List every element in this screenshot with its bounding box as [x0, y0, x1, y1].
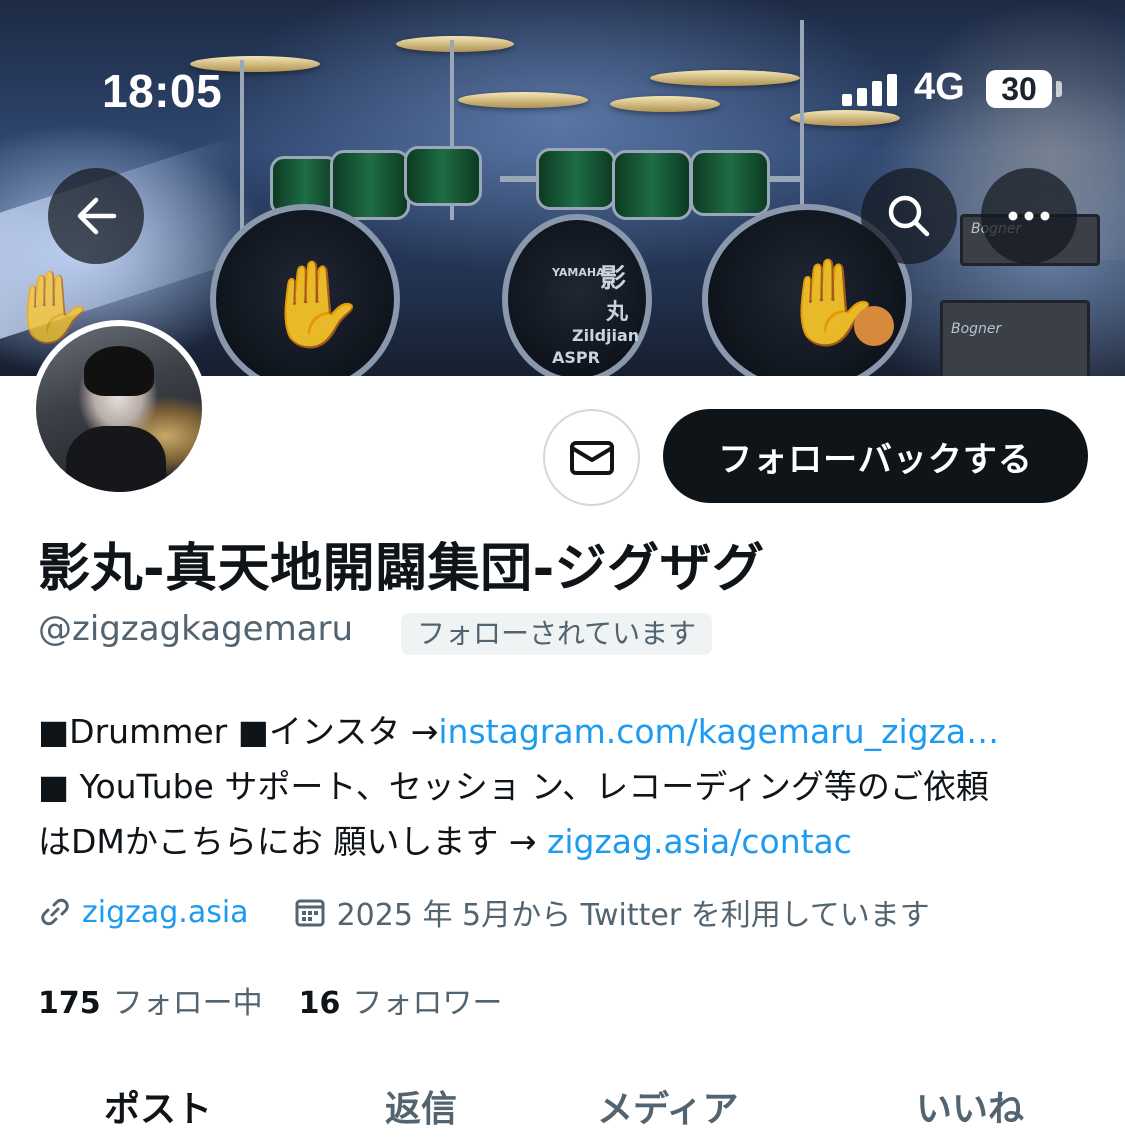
- search-icon: [888, 195, 930, 237]
- follow-back-button[interactable]: フォローバックする: [663, 409, 1088, 503]
- profile-avatar[interactable]: [30, 320, 208, 498]
- cymbal: [396, 36, 514, 52]
- bio-line: ■ YouTube サポート、セッショ ン、レコーディング等のご依頼: [38, 767, 989, 806]
- cymbal: [650, 70, 800, 86]
- avatar-body: [66, 426, 166, 492]
- message-button[interactable]: [543, 409, 640, 506]
- avatar-hair: [84, 346, 154, 396]
- amp-cabinet: Bogner: [940, 300, 1090, 376]
- join-date: 2025 年 5月から Twitter を利用しています: [336, 898, 930, 933]
- envelope-icon: [569, 440, 614, 475]
- bio-text: ■Drummer ■インスタ →: [38, 712, 439, 751]
- calendar-icon: [293, 895, 327, 929]
- tab-likes[interactable]: いいね: [916, 1080, 1024, 1132]
- cymbal: [458, 92, 588, 108]
- tom-drum: [330, 150, 410, 220]
- drum-brand: YAMAHA: [552, 266, 605, 279]
- back-button[interactable]: [48, 168, 144, 264]
- tom-drum: [404, 146, 482, 206]
- instagram-link[interactable]: instagram.com/kagemaru_zigza…: [438, 712, 999, 751]
- search-button[interactable]: [861, 168, 957, 264]
- followers-stat[interactable]: 16 フォロワー: [299, 978, 503, 1022]
- bio-line: はDMかこちらにお 願いします → zigzag.asia/contac: [38, 814, 1098, 869]
- bio-text: はDMかこちらにお 願いします →: [38, 822, 548, 861]
- following-label: フォロー中: [112, 986, 263, 1021]
- following-stat[interactable]: 175 フォロー中: [38, 978, 263, 1022]
- signal-icon: [842, 74, 898, 106]
- contact-link[interactable]: zigzag.asia/contac: [547, 822, 852, 861]
- arrow-left-icon: [77, 197, 117, 235]
- cymbal-brand: Zildjian: [572, 326, 640, 345]
- tom-drum: [612, 150, 692, 220]
- battery-tip: [1056, 81, 1062, 97]
- follow-stats: 175 フォロー中 16 フォロワー: [38, 978, 502, 1022]
- follows-you-badge: フォローされています: [401, 613, 713, 655]
- drum-name-2: 丸: [606, 300, 629, 325]
- profile-meta: zigzag.asia 2025 年 5月から Twitter を利用しています: [38, 890, 930, 934]
- drum-name-1: 影: [600, 264, 627, 294]
- more-horizontal-icon: [1008, 211, 1050, 221]
- profile-bio: ■Drummer ■インスタ →instagram.com/kagemaru_z…: [38, 704, 1098, 869]
- hand-emblem-icon: ✋: [262, 255, 367, 353]
- cymbal-stand: [240, 60, 244, 240]
- bass-drum-center: YAMAHA 影 丸 Zildjian ASPR: [502, 214, 652, 376]
- tab-replies[interactable]: 返信: [385, 1080, 457, 1132]
- profile-banner[interactable]: ✋ YAMAHA 影 丸 Zildjian ASPR ✋ ✋ Bogner Bo…: [0, 0, 1125, 376]
- tom-drum: [536, 148, 616, 210]
- drum-port: [854, 306, 894, 346]
- display-name: 影丸-真天地開闢集団-ジグザグ: [38, 539, 765, 599]
- website-link[interactable]: zigzag.asia: [82, 895, 249, 930]
- bass-drum-left: ✋: [210, 204, 400, 376]
- tab-media[interactable]: メディア: [597, 1080, 738, 1132]
- network-type: 4G: [914, 66, 965, 108]
- followers-label: フォロワー: [352, 986, 503, 1021]
- followers-count: 16: [298, 986, 341, 1021]
- cymbal: [610, 96, 720, 112]
- sponsor-logo: ASPR: [552, 348, 600, 367]
- link-icon: [38, 895, 72, 929]
- user-handle: @zigzagkagemaru: [38, 609, 354, 649]
- cymbal: [790, 110, 900, 126]
- status-time: 18:05: [102, 65, 223, 117]
- battery-icon: 30: [986, 70, 1052, 108]
- following-count: 175: [38, 986, 101, 1021]
- bio-line: ■Drummer ■インスタ →instagram.com/kagemaru_z…: [38, 704, 1098, 759]
- tom-drum: [690, 150, 770, 216]
- tab-posts[interactable]: ポスト: [104, 1080, 212, 1132]
- more-button[interactable]: [981, 168, 1077, 264]
